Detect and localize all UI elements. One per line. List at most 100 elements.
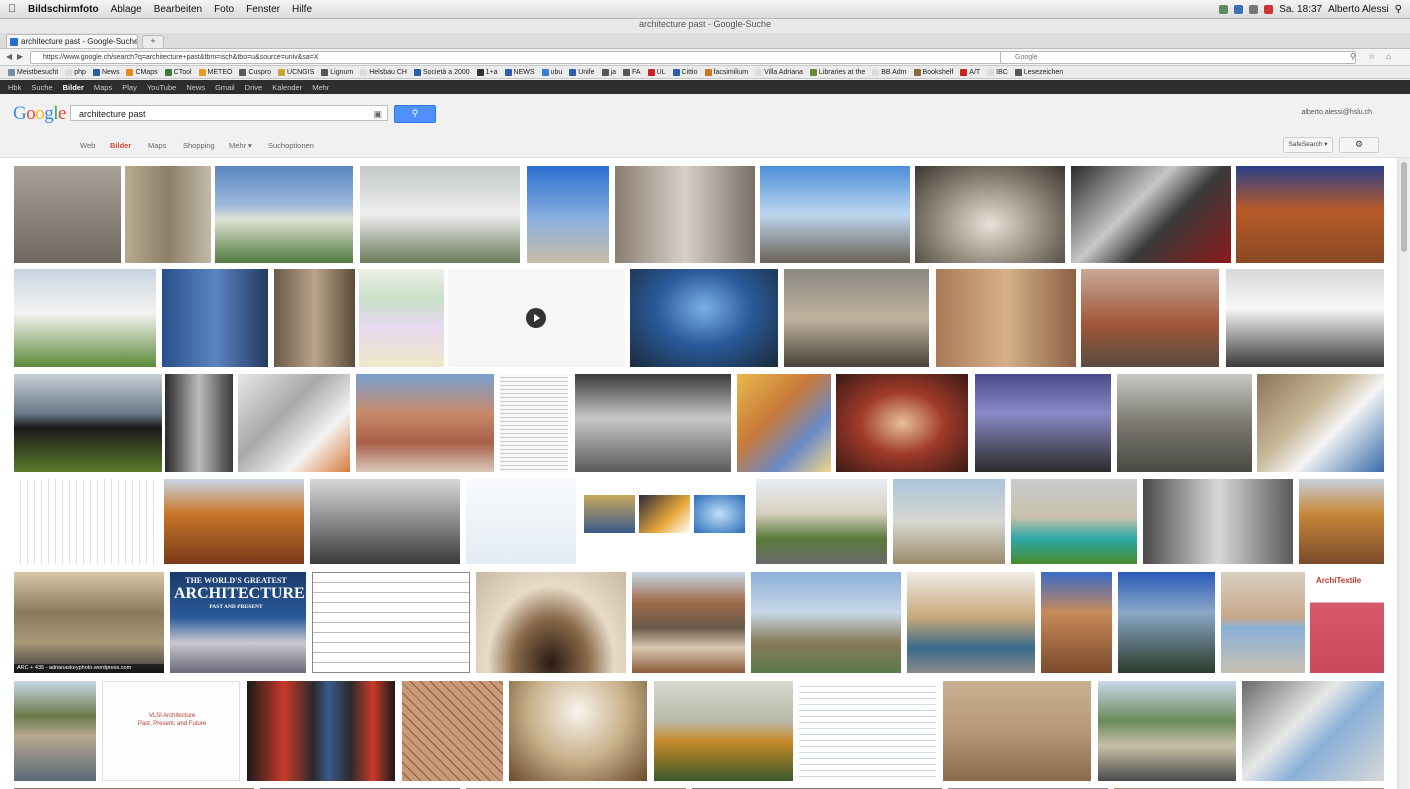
image-result[interactable] — [1071, 166, 1231, 263]
account-email[interactable]: alberto.alessi@hslu.ch — [1301, 109, 1372, 116]
image-result[interactable] — [893, 479, 1005, 564]
search-input[interactable]: architecture past ▣ — [70, 105, 388, 121]
image-result[interactable] — [476, 572, 626, 673]
search-icon[interactable]: ⚲ — [1350, 52, 1356, 61]
image-result[interactable] — [1143, 479, 1293, 564]
image-result[interactable] — [836, 374, 968, 472]
bookmark-item[interactable]: 1+a — [476, 68, 498, 76]
image-result[interactable]: THE WORLD'S GREATEST ARCHITECTURE PAST A… — [170, 572, 306, 673]
gbar-item[interactable]: Kalender — [272, 83, 302, 92]
menubar-user[interactable]: Alberto Alessi — [1328, 4, 1389, 15]
image-result[interactable] — [1011, 479, 1137, 564]
image-result[interactable] — [162, 269, 268, 367]
menu-fenster[interactable]: Fenster — [246, 4, 280, 15]
image-result[interactable] — [402, 681, 503, 781]
home-icon[interactable]: ⌂ — [1386, 52, 1391, 61]
gbar-item[interactable]: Maps — [94, 83, 112, 92]
bookmark-item[interactable]: CMaps — [126, 68, 158, 76]
gbar-item[interactable]: Hbk — [8, 83, 21, 92]
gbar-item[interactable]: Gmail — [215, 83, 235, 92]
menu-ablage[interactable]: Ablage — [111, 4, 142, 15]
image-result[interactable] — [274, 269, 355, 367]
image-result[interactable] — [751, 572, 901, 673]
apple-icon[interactable]:  — [8, 3, 22, 15]
image-result[interactable] — [1098, 681, 1236, 781]
url-field[interactable]: https://www.google.ch/search?q=architect… — [30, 51, 1004, 64]
google-logo[interactable]: Google — [13, 103, 66, 125]
bookmark-item[interactable]: php — [65, 68, 86, 76]
gbar-item[interactable]: YouTube — [147, 83, 176, 92]
image-result[interactable] — [1299, 479, 1384, 564]
image-result[interactable] — [630, 269, 778, 367]
bookmark-item[interactable]: A/T — [960, 68, 980, 76]
gbar-item-active[interactable]: Bilder — [63, 83, 84, 92]
menubar-clock[interactable]: Sa. 18:37 — [1279, 4, 1322, 15]
image-result[interactable] — [312, 572, 470, 673]
settings-button[interactable]: ⚙ — [1339, 137, 1379, 153]
forward-icon[interactable]: ▶ — [17, 52, 23, 61]
tab-maps[interactable]: Maps — [148, 141, 166, 150]
image-result[interactable] — [527, 166, 609, 263]
gbar-item[interactable]: Drive — [245, 83, 263, 92]
image-result[interactable] — [907, 572, 1035, 673]
browser-search-field[interactable]: Google — [1000, 51, 1356, 64]
tray-icon[interactable] — [1219, 4, 1229, 14]
image-result[interactable]: ArchiTextile — [1310, 572, 1384, 673]
menu-hilfe[interactable]: Hilfe — [292, 4, 312, 15]
search-button[interactable]: ⚲ — [394, 105, 436, 123]
bookmark-item[interactable]: Società a 2000 — [413, 68, 470, 76]
bookmark-item[interactable]: ubu — [541, 68, 562, 76]
bookmark-item[interactable]: ja — [601, 68, 616, 76]
gbar-item[interactable]: Suche — [31, 83, 52, 92]
tab-web[interactable]: Web — [80, 141, 95, 150]
image-result[interactable] — [1221, 572, 1305, 673]
image-result[interactable] — [500, 374, 568, 472]
image-result[interactable] — [14, 374, 162, 472]
bookmark-star-icon[interactable]: ☆ — [1368, 52, 1375, 61]
bookmark-item[interactable]: Meistbesucht — [8, 68, 58, 76]
image-result[interactable] — [1242, 681, 1384, 781]
image-result[interactable] — [14, 166, 121, 263]
bookmark-item[interactable]: NEWS — [504, 68, 535, 76]
tab-images[interactable]: Bilder — [110, 141, 131, 150]
tab-search-tools[interactable]: Suchoptionen — [268, 141, 314, 150]
image-result[interactable] — [799, 681, 936, 781]
image-result[interactable] — [215, 166, 353, 263]
image-result[interactable] — [247, 681, 395, 781]
bookmark-item[interactable]: News — [92, 68, 119, 76]
bookmark-item[interactable]: Libraries at the — [809, 68, 865, 76]
image-result[interactable] — [756, 479, 887, 564]
image-result[interactable] — [14, 681, 96, 781]
image-result[interactable] — [632, 572, 745, 673]
video-result[interactable] — [448, 269, 625, 367]
image-result[interactable] — [1236, 166, 1384, 263]
volume-icon[interactable] — [1249, 4, 1259, 14]
vertical-scrollbar[interactable] — [1398, 158, 1409, 789]
image-result[interactable] — [784, 269, 929, 367]
bookmark-item[interactable]: CTool — [164, 68, 192, 76]
scrollbar-thumb[interactable] — [1401, 162, 1407, 252]
image-result[interactable] — [360, 166, 520, 263]
browser-tab[interactable]: architecture past - Google-Suche — [6, 34, 138, 48]
image-result[interactable] — [615, 166, 755, 263]
bookmark-item[interactable]: BB Adm — [872, 68, 907, 76]
bookmark-item[interactable]: UCNGIS — [278, 68, 314, 76]
image-result[interactable] — [915, 166, 1065, 263]
image-result[interactable] — [164, 479, 304, 564]
image-result[interactable] — [1117, 374, 1252, 472]
bookmark-item[interactable]: Lesezeichen — [1014, 68, 1063, 76]
gbar-item[interactable]: Mehr — [312, 83, 329, 92]
image-result[interactable] — [737, 374, 831, 472]
image-result[interactable] — [238, 374, 350, 472]
menu-bearbeiten[interactable]: Bearbeiten — [154, 4, 202, 15]
bookmark-item[interactable]: Cittio — [672, 68, 698, 76]
bookmark-item[interactable]: IBC — [987, 68, 1008, 76]
image-result[interactable] — [359, 269, 444, 367]
bookmark-item[interactable]: facsimilium — [704, 68, 748, 76]
image-result[interactable] — [1081, 269, 1219, 367]
image-result[interactable] — [125, 166, 211, 263]
tab-shopping[interactable]: Shopping — [183, 141, 215, 150]
image-result[interactable] — [582, 479, 748, 564]
image-result[interactable] — [14, 269, 156, 367]
image-result[interactable]: VLSI Architecture Past, Present, and Fut… — [102, 681, 240, 781]
